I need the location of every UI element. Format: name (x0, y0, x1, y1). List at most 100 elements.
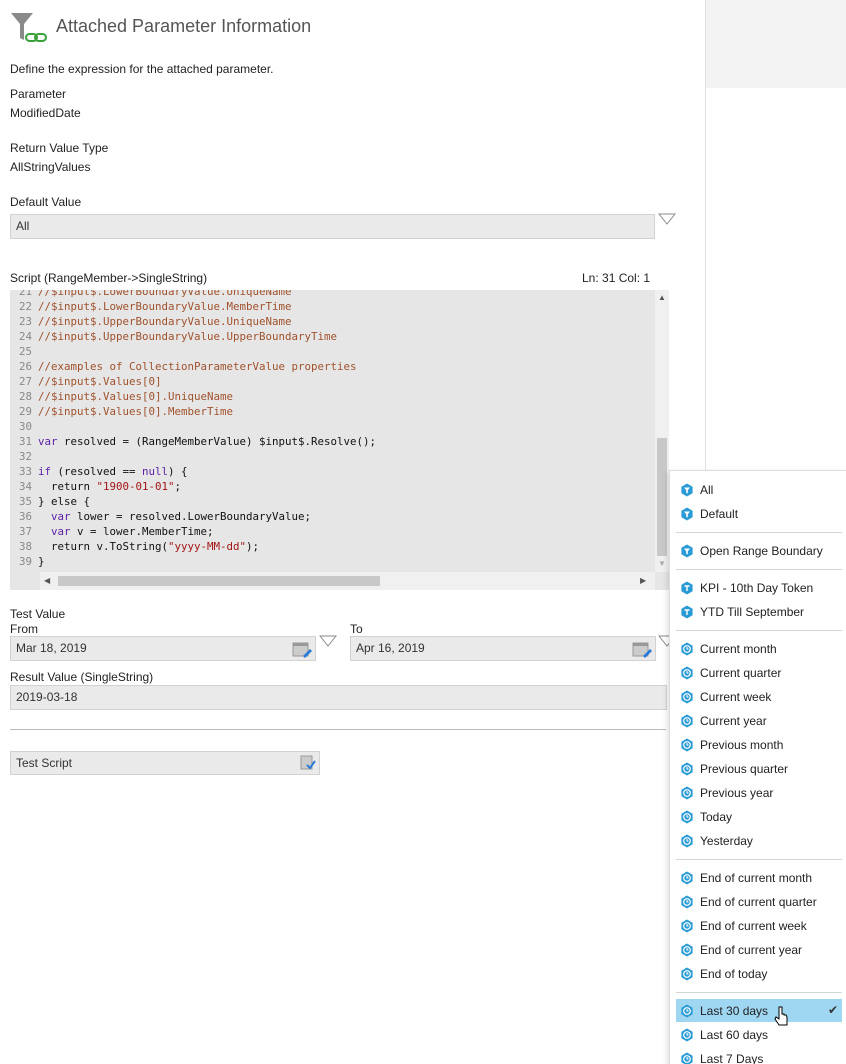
to-label: To (350, 622, 363, 636)
code-token: if (38, 465, 52, 478)
chevron-down-icon[interactable] (658, 213, 676, 225)
menu-item[interactable]: Today (676, 805, 842, 828)
line-number: 26 (18, 360, 32, 373)
code-token: var (51, 510, 71, 523)
code-line[interactable]: 35} else { (10, 494, 655, 509)
line-number: 33 (18, 465, 32, 478)
menu-item[interactable]: End of today (676, 962, 842, 985)
divider (10, 729, 666, 730)
menu-item[interactable]: Previous month (676, 733, 842, 756)
scroll-up-icon[interactable]: ▲ (658, 293, 666, 303)
vertical-scrollbar[interactable]: ▲ ▼ (655, 290, 669, 572)
page-title: Attached Parameter Information (56, 16, 312, 36)
code-line[interactable]: 29 //$input$.Values[0].MemberTime (10, 404, 655, 419)
cursor-position: Ln: 31 Col: 1 (582, 271, 651, 285)
horizontal-scroll-thumb[interactable] (58, 576, 380, 586)
default-value-text: All (16, 219, 30, 233)
code-line[interactable]: 39} (10, 554, 655, 569)
code-line[interactable]: 22 //$input$.LowerBoundaryValue.MemberTim… (10, 299, 655, 314)
side-panel (706, 0, 846, 88)
menu-item[interactable]: Last 60 days (676, 1023, 842, 1046)
menu-item[interactable]: Current year (676, 709, 842, 732)
menu-item[interactable]: Yesterday (676, 829, 842, 852)
menu-item[interactable]: Open Range Boundary (676, 539, 842, 562)
calendar-icon[interactable] (632, 640, 652, 658)
clock-icon (681, 1004, 693, 1018)
line-number: 35 (18, 495, 32, 508)
parameter-icon (681, 544, 693, 558)
calendar-icon[interactable] (292, 640, 312, 658)
scroll-down-icon[interactable]: ▼ (658, 559, 666, 569)
line-number: 38 (18, 540, 32, 553)
test-value-label: Test Value (10, 607, 66, 621)
scroll-right-icon[interactable]: ▶ (640, 576, 646, 586)
line-number: 32 (18, 450, 32, 463)
menu-item-label: Previous month (700, 738, 784, 752)
clock-icon (681, 714, 693, 728)
code-line[interactable]: 33 if (resolved == null) { (10, 464, 655, 479)
clock-icon (681, 871, 693, 885)
menu-item[interactable]: All (676, 478, 842, 501)
menu-item-label: End of current week (700, 919, 807, 933)
code-line[interactable]: 31 var resolved = (RangeMemberValue) $inp… (10, 434, 655, 449)
line-number: 25 (18, 345, 32, 358)
code-line[interactable]: 34 return "1900-01-01"; (10, 479, 655, 494)
line-number: 30 (18, 420, 32, 433)
line-number: 39 (18, 555, 32, 568)
code-line[interactable]: 25 (10, 344, 655, 359)
menu-item-label: Previous quarter (700, 762, 789, 776)
menu-item[interactable]: Previous year (676, 781, 842, 804)
from-chevron-down-icon[interactable] (319, 635, 337, 647)
menu-item[interactable]: KPI - 10th Day Token (676, 576, 842, 599)
code-line[interactable]: 21 //$input$.LowerBoundaryValue.UniqueNam… (10, 290, 655, 299)
code-line[interactable]: 24 //$input$.UpperBoundaryValue.UpperBoun… (10, 329, 655, 344)
code-token: null (142, 465, 169, 478)
checkmark-icon: ✔ (827, 1003, 838, 1017)
line-number: 27 (18, 375, 32, 388)
menu-item[interactable]: Current month (676, 637, 842, 660)
code-token: ) { (168, 465, 188, 478)
test-script-button[interactable]: Test Script (10, 751, 320, 775)
menu-item[interactable]: Current week (676, 685, 842, 708)
menu-item[interactable]: End of current month (676, 866, 842, 889)
menu-item[interactable]: End of current week (676, 914, 842, 937)
code-line[interactable]: 27 //$input$.Values[0] (10, 374, 655, 389)
horizontal-scrollbar[interactable]: ◀ ▶ (40, 572, 655, 590)
code-area[interactable]: 21 //$input$.LowerBoundaryValue.UniqueNam… (10, 290, 655, 572)
default-value-dropdown-menu[interactable]: All Default Open Range Boundary KPI - 10th … (669, 470, 846, 1064)
menu-item-label: KPI - 10th Day Token (700, 581, 814, 595)
code-line[interactable]: 36 var lower = resolved.LowerBoundaryVal… (10, 509, 655, 524)
menu-item[interactable]: End of current year (676, 938, 842, 961)
menu-item[interactable]: Last 7 Days (676, 1047, 842, 1064)
code-line[interactable]: 37 var v = lower.MemberTime; (10, 524, 655, 539)
scroll-left-icon[interactable]: ◀ (44, 576, 50, 586)
clock-icon (681, 834, 693, 848)
menu-item-label: Last 60 days (700, 1028, 769, 1042)
vertical-scroll-thumb[interactable] (657, 438, 667, 556)
code-token: //$input$.Values[0].UniqueName (38, 390, 234, 403)
code-line[interactable]: 30 (10, 419, 655, 434)
code-line[interactable]: 38 return v.ToString("yyyy-MM-dd"); (10, 539, 655, 554)
to-chevron-down-icon[interactable] (658, 635, 669, 647)
code-line[interactable]: 23 //$input$.UpperBoundaryValue.UniqueNam… (10, 314, 655, 329)
menu-item-label: Open Range Boundary (700, 544, 823, 558)
menu-item[interactable]: Current quarter (676, 661, 842, 684)
menu-item[interactable]: End of current quarter (676, 890, 842, 913)
from-date-input[interactable]: Mar 18, 2019 (10, 636, 316, 661)
to-date-input[interactable]: Apr 16, 2019 (350, 636, 656, 661)
menu-item-label: End of current month (700, 871, 813, 885)
default-value-select[interactable]: All (10, 214, 655, 239)
menu-item[interactable]: Last 30 days ✔ (676, 999, 842, 1022)
code-token: var (38, 435, 58, 448)
menu-item-label: Current quarter (700, 666, 782, 680)
menu-item-label: Default (700, 507, 739, 521)
menu-item[interactable]: YTD Till September (676, 600, 842, 623)
code-line[interactable]: 32 (10, 449, 655, 464)
code-line[interactable]: 26 //examples of CollectionParameterValue… (10, 359, 655, 374)
menu-item[interactable]: Previous quarter (676, 757, 842, 780)
code-token: //$input$.LowerBoundaryValue.UniqueName (38, 290, 292, 298)
menu-item[interactable]: Default (676, 502, 842, 525)
code-line[interactable]: 28 //$input$.Values[0].UniqueName (10, 389, 655, 404)
script-editor[interactable]: 21 //$input$.LowerBoundaryValue.UniqueNam… (10, 290, 669, 590)
code-token: //$input$.UpperBoundaryValue.UniqueName (38, 315, 292, 328)
